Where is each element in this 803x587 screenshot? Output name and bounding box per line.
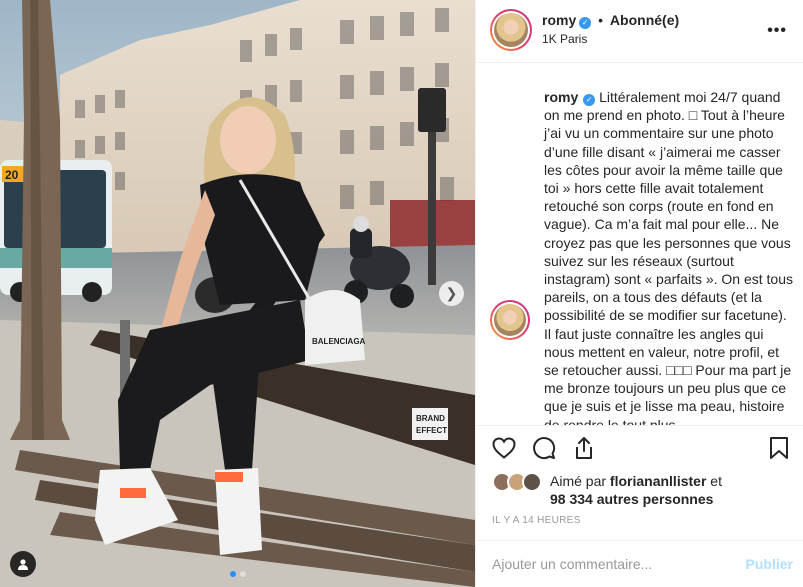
likes-prefix: Aimé par xyxy=(550,473,607,489)
likes-text: Aimé par floriananllister et 98 334 autr… xyxy=(550,472,722,508)
verified-badge-icon: ✓ xyxy=(583,94,596,106)
liked-by-username[interactable]: floriananllister xyxy=(610,473,706,489)
post-details-panel: romy ✓ • Abonné(e) 1K Paris ••• romy ✓ Lit… xyxy=(475,0,803,587)
tagged-users-button[interactable] xyxy=(10,551,36,577)
add-comment-form: Publier xyxy=(476,540,803,587)
publish-comment-button[interactable]: Publier xyxy=(746,556,793,572)
carousel-dot-active xyxy=(229,571,236,577)
author-username[interactable]: romy xyxy=(542,12,576,28)
post-photo[interactable]: 20 BRAND EFFECT BALENCIAGA ❯ xyxy=(0,0,475,587)
comment-icon xyxy=(533,437,556,460)
separator-dot: • xyxy=(598,12,604,28)
caption-author-avatar[interactable] xyxy=(490,300,530,340)
comments-section[interactable]: romy ✓ Littéralement moi 24/7 quand on me… xyxy=(476,64,803,426)
likes-and: et xyxy=(710,473,722,489)
chevron-right-icon: ❯ xyxy=(445,285,458,301)
carousel-indicator xyxy=(0,571,475,577)
post-caption: romy ✓ Littéralement moi 24/7 quand on me… xyxy=(544,88,796,426)
comment-input[interactable] xyxy=(492,549,722,579)
author-line: romy ✓ • Abonné(e) xyxy=(542,12,679,29)
likers-avatars[interactable] xyxy=(492,472,546,494)
verified-badge-icon: ✓ xyxy=(579,17,592,29)
save-button[interactable] xyxy=(765,434,793,462)
author-avatar[interactable] xyxy=(490,9,532,51)
bookmark-icon xyxy=(770,437,788,459)
svg-text:EFFECT: EFFECT xyxy=(416,426,447,435)
user-icon xyxy=(18,559,28,570)
comment-button[interactable] xyxy=(530,434,558,462)
liker-avatar xyxy=(522,472,542,492)
more-options-icon[interactable]: ••• xyxy=(767,22,787,40)
share-icon xyxy=(576,437,592,459)
like-button[interactable] xyxy=(490,434,518,462)
likes-count[interactable]: 98 334 autres personnes xyxy=(550,491,713,507)
svg-text:BRAND: BRAND xyxy=(416,414,445,423)
likes-summary: Aimé par floriananllister et 98 334 autr… xyxy=(492,470,791,508)
carousel-dot xyxy=(239,571,246,577)
next-photo-button[interactable]: ❯ xyxy=(439,281,464,306)
post-timestamp[interactable]: IL Y A 14 HEURES xyxy=(492,515,581,526)
svg-text:BALENCIAGA: BALENCIAGA xyxy=(312,337,366,346)
post-header: romy ✓ • Abonné(e) 1K Paris ••• xyxy=(476,0,803,63)
follow-status-button[interactable]: Abonné(e) xyxy=(610,12,679,28)
heart-icon xyxy=(492,437,516,459)
post-location[interactable]: 1K Paris xyxy=(542,32,587,46)
share-button[interactable] xyxy=(570,434,598,462)
post-actions xyxy=(476,426,803,470)
svg-text:20: 20 xyxy=(5,168,19,182)
photo-illustration: 20 BRAND EFFECT BALENCIAGA xyxy=(0,0,475,587)
caption-text: Littéralement moi 24/7 quand on me prend… xyxy=(544,89,794,426)
caption-username[interactable]: romy xyxy=(544,89,578,105)
